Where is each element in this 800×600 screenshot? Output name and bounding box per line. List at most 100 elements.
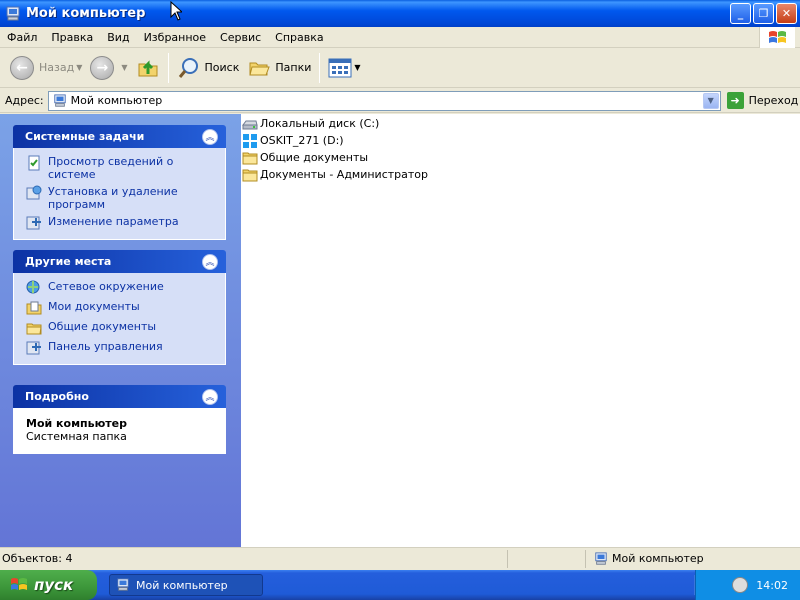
go-arrow-icon: ➜	[726, 92, 744, 109]
other-places-header[interactable]: Другие места ︽	[13, 250, 226, 273]
address-bar: Адрес: Мой компьютер ▼ ➜ Переход	[0, 89, 800, 113]
menu-favorites[interactable]: Избранное	[137, 28, 213, 47]
up-folder-icon	[138, 59, 158, 76]
place-label: Сетевое окружение	[48, 280, 164, 293]
my-computer-icon	[595, 551, 607, 565]
other-places-body: Сетевое окружение Мои документы Общие до…	[13, 273, 226, 365]
up-folder-button[interactable]	[132, 51, 164, 85]
place-control-panel[interactable]: Панель управления	[26, 340, 217, 356]
shared-folder-icon	[26, 323, 42, 335]
task-label: Просмотр сведений о системе	[48, 155, 174, 181]
collapse-chevron-icon[interactable]: ︽	[202, 388, 218, 405]
menu-file[interactable]: Файл	[0, 28, 44, 47]
task-add-remove-programs[interactable]: Установка и удаление программ	[26, 185, 217, 211]
forward-dropdown-icon[interactable]: ▼	[121, 63, 127, 72]
task-view-system-info[interactable]: Просмотр сведений о системе	[26, 155, 217, 181]
details-body: Мой компьютер Системная папка	[13, 408, 226, 454]
address-input[interactable]: Мой компьютер ▼	[47, 90, 721, 111]
tray-speaker-icon[interactable]	[732, 577, 749, 593]
forward-arrow-icon: →	[90, 55, 115, 80]
status-location-label: Мой компьютер	[612, 552, 704, 565]
network-places-icon	[26, 280, 40, 294]
my-documents-icon	[26, 301, 42, 315]
views-dropdown-icon[interactable]: ▼	[354, 63, 360, 72]
status-location: Мой компьютер	[586, 550, 800, 568]
maximize-button[interactable]: ❐	[753, 3, 774, 24]
back-label: Назад	[39, 61, 75, 74]
my-computer-icon	[117, 578, 129, 591]
list-item-admin-documents[interactable]: Документы - Администратор	[241, 166, 800, 183]
folder-icon	[242, 169, 258, 181]
window-title: Мой компьютер	[26, 6, 146, 21]
menu-tools[interactable]: Сервис	[213, 28, 268, 47]
taskbar-window-label: Мой компьютер	[136, 578, 228, 592]
place-label: Мои документы	[48, 300, 140, 313]
views-icon	[328, 58, 352, 77]
file-list: Локальный диск (C:) OSKIT_271 (D:) Общие…	[241, 114, 800, 547]
place-network[interactable]: Сетевое окружение	[26, 280, 217, 296]
task-change-setting[interactable]: Изменение параметра	[26, 215, 217, 231]
place-my-documents[interactable]: Мои документы	[26, 300, 217, 316]
system-tasks-body: Просмотр сведений о системе Установка и …	[13, 148, 226, 240]
address-label: Адрес:	[5, 94, 44, 107]
start-label: пуск	[34, 576, 74, 594]
start-button[interactable]: пуск	[0, 570, 97, 600]
taskbar: пуск Мой компьютер RL 14:02	[0, 570, 800, 600]
taskbar-window-button[interactable]: Мой компьютер	[109, 574, 263, 596]
place-shared-documents[interactable]: Общие документы	[26, 320, 217, 336]
add-remove-programs-icon	[26, 185, 42, 200]
back-button[interactable]: ← Назад ▼	[6, 51, 86, 85]
list-item-local-disk-c[interactable]: Локальный диск (C:)	[241, 115, 800, 132]
status-empty-cell	[508, 549, 586, 568]
folders-button[interactable]: Папки	[243, 51, 315, 85]
close-button[interactable]: ✕	[776, 3, 797, 24]
windows-flag-icon	[11, 578, 27, 590]
collapse-chevron-icon[interactable]: ︽	[202, 253, 218, 270]
details-type: Системная папка	[26, 430, 127, 443]
toolbar: ← Назад ▼ → ▼ Поиск Папки ▼	[0, 48, 800, 88]
place-label: Общие документы	[48, 320, 157, 333]
folders-icon	[249, 62, 271, 75]
toolbar-separator	[167, 52, 169, 83]
go-button[interactable]: ➜ Переход	[726, 92, 799, 109]
minimize-button[interactable]: _	[730, 3, 751, 24]
go-label: Переход	[748, 94, 799, 107]
collapse-chevron-icon[interactable]: ︽	[202, 128, 218, 145]
forward-button[interactable]: → ▼	[86, 51, 131, 85]
list-item-drive-d[interactable]: OSKIT_271 (D:)	[241, 132, 800, 149]
my-computer-icon	[53, 93, 66, 107]
windows-logo-icon	[759, 27, 795, 48]
menu-view[interactable]: Вид	[100, 28, 136, 47]
other-places-title: Другие места	[25, 255, 112, 268]
list-item-shared-documents[interactable]: Общие документы	[241, 149, 800, 166]
other-places-panel: Другие места ︽ Сетевое окружение Мои док…	[13, 250, 226, 365]
item-label: Локальный диск (C:)	[260, 117, 380, 130]
search-label: Поиск	[204, 61, 240, 74]
search-button[interactable]: Поиск	[173, 51, 244, 85]
details-header[interactable]: Подробно ︽	[13, 385, 226, 408]
my-computer-icon	[6, 6, 20, 20]
back-dropdown-icon[interactable]: ▼	[76, 63, 82, 72]
views-button[interactable]: ▼	[324, 51, 364, 85]
folder-icon	[242, 152, 258, 164]
item-label: Общие документы	[260, 151, 369, 164]
task-label: Установка и удаление программ	[48, 185, 178, 211]
system-tasks-panel: Системные задачи ︽ Просмотр сведений о с…	[13, 125, 226, 240]
clock[interactable]: 14:02	[756, 579, 788, 592]
system-tray: 14:02	[695, 570, 800, 600]
hard-drive-icon	[242, 120, 258, 129]
menu-help[interactable]: Справка	[268, 28, 330, 47]
details-panel: Подробно ︽ Мой компьютер Системная папка	[13, 385, 226, 454]
item-label: Документы - Администратор	[260, 168, 429, 181]
toolbar-separator	[319, 52, 321, 83]
system-tasks-header[interactable]: Системные задачи ︽	[13, 125, 226, 148]
status-object-count: Объектов: 4	[0, 549, 508, 568]
status-bar: Объектов: 4 Мой компьютер	[0, 547, 800, 569]
address-dropdown-button[interactable]: ▼	[702, 92, 719, 109]
system-tasks-title: Системные задачи	[25, 130, 145, 143]
address-value: Мой компьютер	[70, 94, 163, 107]
system-info-icon	[28, 155, 40, 171]
task-label: Изменение параметра	[48, 215, 179, 228]
menu-edit[interactable]: Правка	[44, 28, 100, 47]
title-bar[interactable]: Мой компьютер _ ❐ ✕	[0, 0, 800, 27]
